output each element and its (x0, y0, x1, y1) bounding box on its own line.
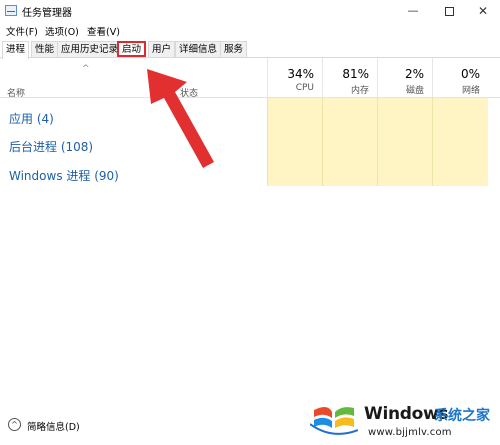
disk-heat-cell (377, 98, 432, 186)
task-manager-icon (5, 5, 17, 16)
cpu-heat-cell (267, 98, 322, 186)
close-button[interactable]: ✕ (466, 0, 500, 22)
memory-heat-cell (322, 98, 377, 186)
minimize-button[interactable]: — (396, 0, 430, 22)
maximize-button[interactable] (432, 0, 466, 22)
column-header-row: 名称 状态 34% CPU 81% 内存 2% 磁盘 0% 网络 (0, 58, 500, 99)
group-background[interactable]: 后台进程 (108) (9, 138, 93, 155)
collapse-icon[interactable]: ^ (8, 418, 21, 431)
menu-view[interactable]: 查看(V) (87, 24, 120, 38)
watermark-url: www.bjjmlv.com (368, 427, 452, 438)
cpu-percent: 34% (287, 67, 314, 81)
tab-startup[interactable]: 启动 (117, 41, 147, 57)
memory-percent: 81% (342, 67, 369, 81)
tab-users[interactable]: 用户 (148, 41, 176, 57)
memory-label: 内存 (350, 86, 369, 96)
cpu-label: CPU (295, 83, 314, 93)
title-bar: 任务管理器 — ✕ (0, 0, 500, 22)
tab-services[interactable]: 服务 (220, 41, 248, 57)
column-cpu[interactable]: 34% CPU (267, 58, 322, 98)
tab-performance[interactable]: 性能 (31, 41, 59, 57)
menu-options[interactable]: 选项(O) (45, 24, 79, 38)
tab-details[interactable]: 详细信息 (175, 41, 222, 57)
sort-arrow-icon: ^ (82, 64, 90, 74)
window-title: 任务管理器 (22, 8, 72, 19)
tab-bar: 进程 性能 应用历史记录 启动 用户 详细信息 服务 (0, 40, 500, 59)
watermark-site-name: 系统之家 (434, 408, 490, 424)
tab-app-history[interactable]: 应用历史记录 (57, 41, 123, 57)
disk-label: 磁盘 (405, 86, 424, 96)
menu-bar: 文件(F) 选项(O) 查看(V) (0, 22, 500, 39)
column-name[interactable]: 名称 (7, 86, 25, 99)
maximize-icon (444, 6, 454, 16)
network-label: 网络 (461, 86, 480, 96)
column-disk[interactable]: 2% 磁盘 (377, 58, 432, 98)
menu-file[interactable]: 文件(F) (6, 24, 38, 38)
fewer-details-link[interactable]: 简略信息(D) (27, 419, 80, 433)
network-percent: 0% (460, 67, 480, 81)
group-windows[interactable]: Windows 进程 (90) (9, 167, 119, 184)
group-apps[interactable]: 应用 (4) (9, 110, 54, 127)
network-heat-cell (432, 98, 488, 186)
disk-percent: 2% (404, 67, 424, 81)
windows-logo-icon (310, 406, 358, 435)
column-status[interactable]: 状态 (180, 86, 198, 99)
column-memory[interactable]: 81% 内存 (322, 58, 377, 98)
column-network[interactable]: 0% 网络 (432, 58, 488, 98)
tab-processes[interactable]: 进程 (2, 41, 30, 59)
